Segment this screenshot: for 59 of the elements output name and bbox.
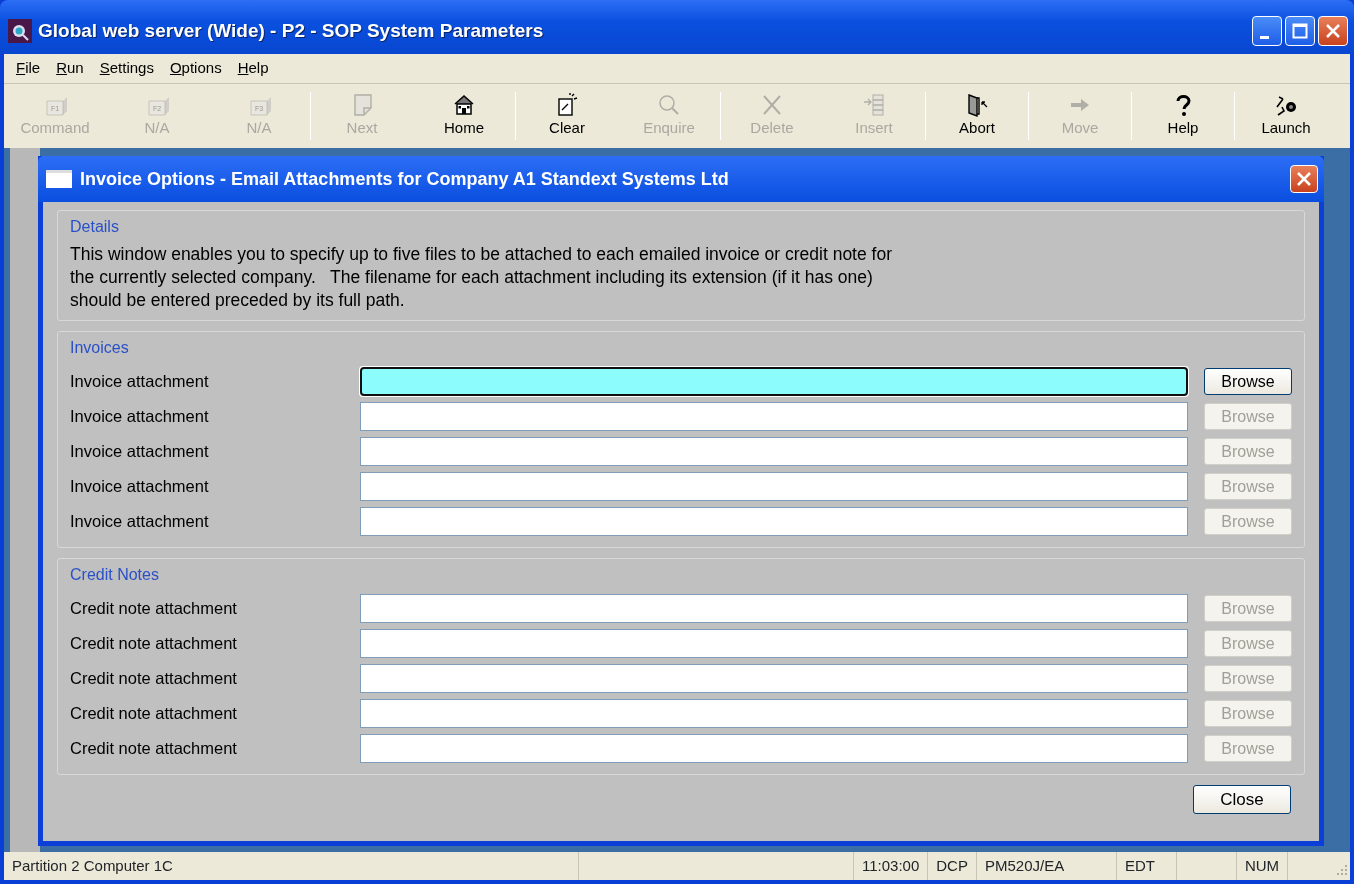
field-label: Invoice attachment — [70, 406, 210, 428]
maximize-icon — [1292, 23, 1308, 39]
input-field[interactable] — [360, 594, 1188, 623]
door-icon — [965, 92, 989, 117]
close-button[interactable]: Close — [1193, 785, 1291, 814]
window-icon — [46, 170, 72, 188]
field-label: Credit note attachment — [70, 703, 238, 725]
close-icon — [1325, 23, 1341, 39]
field-label: Invoice attachment — [70, 511, 210, 533]
toolbar-button[interactable]: Clear — [516, 84, 618, 148]
dialog-title: Invoice Options - Email Attachments for Company A1 Standext Systems Ltd — [80, 167, 730, 191]
field-label: Invoice attachment — [70, 476, 210, 498]
house-icon — [452, 92, 476, 117]
toolbar-button[interactable]: Launch — [1235, 84, 1337, 148]
status-pane: DCP — [928, 852, 977, 880]
input-field[interactable] — [360, 472, 1188, 501]
field-label: Credit note attachment — [70, 598, 238, 620]
document-spark-icon — [555, 92, 579, 117]
search-icon — [657, 92, 681, 117]
menu-item[interactable]: Options — [161, 57, 230, 80]
window-title: Global web server (Wide) - P2 - SOP System Parameters — [38, 18, 545, 43]
field-label: Credit note attachment — [70, 668, 238, 690]
status-pane: Partition 2 Computer 1C — [4, 852, 579, 880]
status-pane: 11:03:00 — [854, 852, 929, 880]
maximize-button[interactable] — [1285, 16, 1315, 46]
minimize-icon — [1259, 35, 1269, 39]
browse-button[interactable]: Browse — [1204, 368, 1292, 395]
menu-item[interactable]: Help — [229, 57, 277, 80]
status-pane: NUM — [1236, 852, 1289, 880]
menu-item[interactable]: Settings — [91, 57, 162, 80]
toolbar-button[interactable]: Home — [413, 84, 515, 148]
group-heading: Details — [70, 217, 120, 237]
input-field[interactable] — [360, 664, 1188, 693]
input-field[interactable] — [360, 507, 1188, 536]
input-field[interactable] — [360, 437, 1188, 466]
menu-item[interactable]: Run — [48, 57, 92, 80]
input-field[interactable] — [360, 699, 1188, 728]
field-label: Credit note attachment — [70, 633, 238, 655]
toolbar-button[interactable]: Help — [1132, 84, 1234, 148]
close-button[interactable] — [1318, 16, 1348, 46]
input-field[interactable] — [360, 367, 1188, 396]
field-label: Credit note attachment — [70, 738, 238, 760]
description-text: This window enables you to specify up to five files to be attached to each emailed invoice or credit note for the currently selected company. The filename for each attachment including its extension (if it has one) should be entered preceded by its full path. — [70, 243, 893, 312]
toolbar-button[interactable]: Abort — [926, 84, 1028, 148]
app-icon — [8, 19, 32, 43]
status-pane: PM520J/EA — [976, 852, 1117, 880]
input-field[interactable] — [360, 629, 1188, 658]
input-field[interactable] — [360, 734, 1188, 763]
minimize-button[interactable] — [1252, 16, 1282, 46]
close-icon — [1296, 171, 1312, 187]
field-label: Invoice attachment — [70, 441, 210, 463]
insert-rows-icon — [862, 92, 886, 117]
group-heading: Invoices — [70, 338, 130, 358]
menu-item[interactable]: File — [8, 57, 49, 80]
field-label: Invoice attachment — [70, 371, 210, 393]
status-pane: EDT — [1116, 852, 1177, 880]
close-button[interactable] — [1290, 165, 1318, 193]
group-heading: Credit Notes — [70, 565, 160, 585]
input-field[interactable] — [360, 402, 1188, 431]
